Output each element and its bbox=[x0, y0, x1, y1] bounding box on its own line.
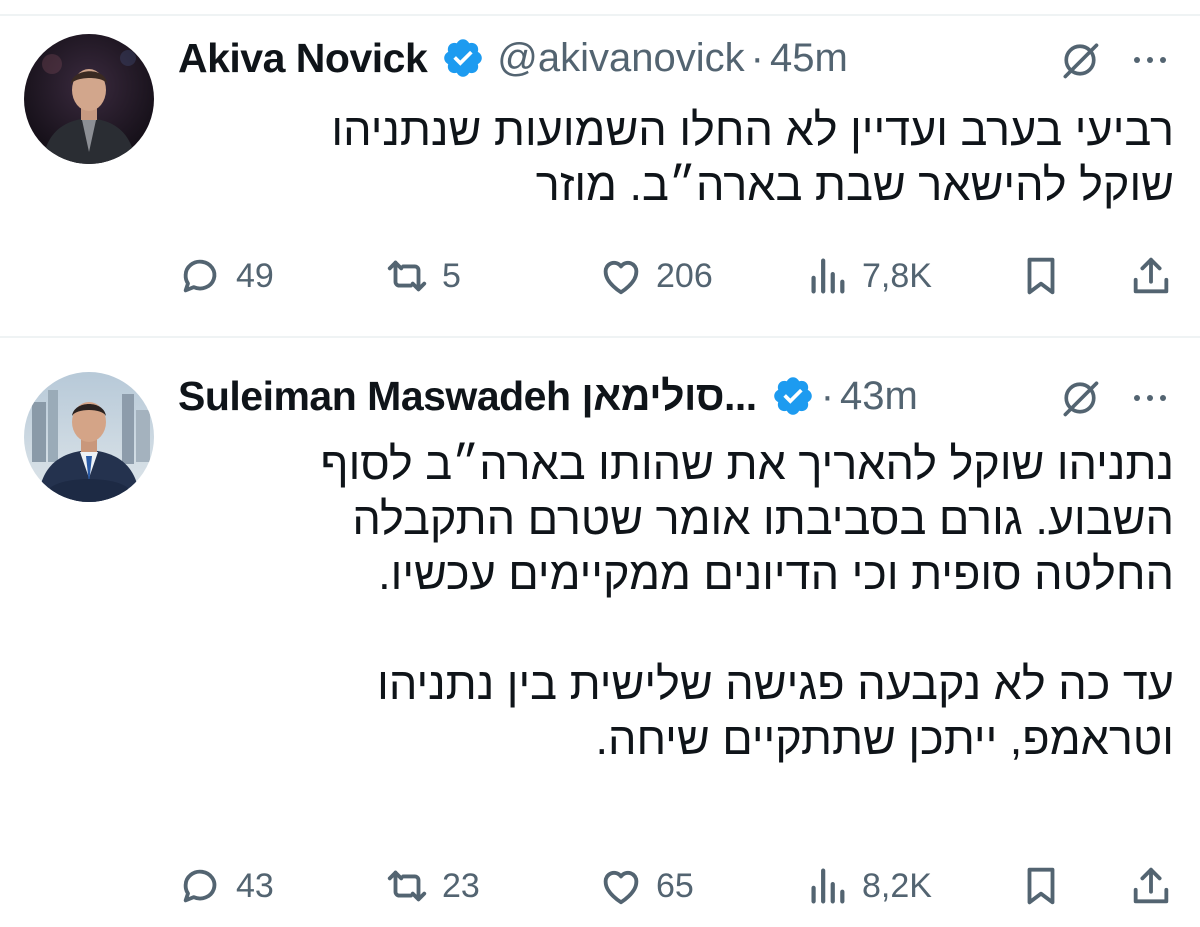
share-button[interactable] bbox=[1128, 860, 1174, 912]
like-count: 65 bbox=[656, 866, 694, 905]
repost-icon bbox=[387, 260, 427, 292]
repost-button[interactable]: 5 bbox=[384, 250, 461, 302]
more-icon[interactable] bbox=[1128, 40, 1172, 80]
tweet-text: רביעי בערב ועדיין לא החלו השמועות שנתניה… bbox=[331, 104, 1174, 210]
avatar[interactable] bbox=[24, 372, 154, 502]
grok-icon[interactable] bbox=[1058, 38, 1102, 82]
tweet-header: Akiva Novick @akivanovick · 45m bbox=[178, 32, 1180, 84]
like-icon bbox=[603, 870, 639, 905]
avatar[interactable] bbox=[24, 34, 154, 164]
bookmark-button[interactable] bbox=[1018, 250, 1064, 302]
reply-button[interactable]: 43 bbox=[178, 860, 274, 912]
reply-button[interactable]: 49 bbox=[178, 250, 274, 302]
verified-badge-icon[interactable] bbox=[771, 374, 815, 418]
separator-dot: · bbox=[820, 373, 835, 418]
reply-count: 43 bbox=[236, 866, 274, 905]
bookmark-icon bbox=[1027, 867, 1055, 905]
bookmark-button[interactable] bbox=[1018, 860, 1064, 912]
share-icon bbox=[1133, 257, 1169, 294]
reply-count: 49 bbox=[236, 256, 274, 295]
timestamp[interactable]: 43m bbox=[840, 374, 918, 419]
author-handle[interactable]: @akivanovick bbox=[497, 36, 744, 81]
views-icon bbox=[811, 258, 845, 294]
views-button[interactable]: 8,2K bbox=[804, 860, 932, 912]
reply-icon bbox=[183, 259, 217, 293]
grok-icon[interactable] bbox=[1058, 376, 1102, 420]
tweet-actions: 43 23 65 8,2K bbox=[178, 860, 1178, 912]
reply-icon bbox=[183, 869, 217, 903]
tweet-header: Suleiman Maswadeh סולימאן... · 43m bbox=[178, 370, 1180, 422]
separator-dot: · bbox=[750, 35, 764, 80]
views-count: 8,2K bbox=[862, 866, 932, 905]
share-icon bbox=[1133, 867, 1169, 904]
views-count: 7,8K bbox=[862, 256, 932, 295]
views-button[interactable]: 7,8K bbox=[804, 250, 932, 302]
like-button[interactable]: 206 bbox=[598, 250, 713, 302]
timestamp[interactable]: 45m bbox=[770, 36, 848, 81]
repost-button[interactable]: 23 bbox=[384, 860, 480, 912]
tweet[interactable]: Suleiman Maswadeh סולימאן... · 43m נתניה… bbox=[0, 338, 1200, 927]
tweet[interactable]: Akiva Novick @akivanovick · 45m רביעי בע… bbox=[0, 0, 1200, 336]
repost-icon bbox=[387, 870, 427, 902]
author-name[interactable]: Akiva Novick bbox=[178, 35, 428, 82]
bookmark-icon bbox=[1027, 257, 1055, 295]
like-icon bbox=[603, 260, 639, 295]
repost-count: 23 bbox=[442, 866, 480, 905]
author-name[interactable]: Suleiman Maswadeh סולימאן... bbox=[178, 373, 757, 420]
like-button[interactable]: 65 bbox=[598, 860, 694, 912]
verified-badge-icon[interactable] bbox=[441, 36, 485, 80]
tweet-actions: 49 5 206 7,8K bbox=[178, 250, 1178, 302]
share-button[interactable] bbox=[1128, 250, 1174, 302]
tweet-text: נתניהו שוקל להאריך את שהותו בארה״ב לסוף … bbox=[320, 438, 1174, 764]
like-count: 206 bbox=[656, 256, 713, 295]
more-icon[interactable] bbox=[1128, 378, 1172, 418]
repost-count: 5 bbox=[442, 256, 461, 295]
views-icon bbox=[811, 868, 845, 904]
